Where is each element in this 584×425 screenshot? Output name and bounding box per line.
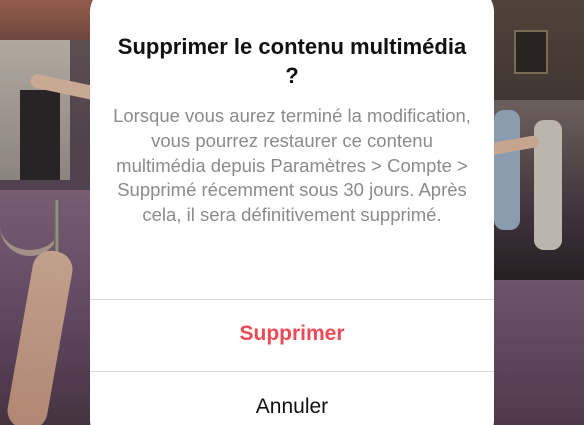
cancel-button[interactable]: Annuler — [90, 394, 494, 420]
divider — [90, 371, 494, 372]
divider — [90, 299, 494, 300]
delete-media-alert: Supprimer le contenu multimédia ? Lorsqu… — [90, 0, 494, 425]
alert-message: Lorsque vous aurez terminé la modificati… — [113, 105, 471, 226]
screen: Supprimer le contenu multimédia ? Lorsqu… — [0, 0, 584, 425]
delete-button[interactable]: Supprimer — [90, 321, 494, 347]
alert-title: Supprimer le contenu multimédia ? — [117, 34, 467, 88]
